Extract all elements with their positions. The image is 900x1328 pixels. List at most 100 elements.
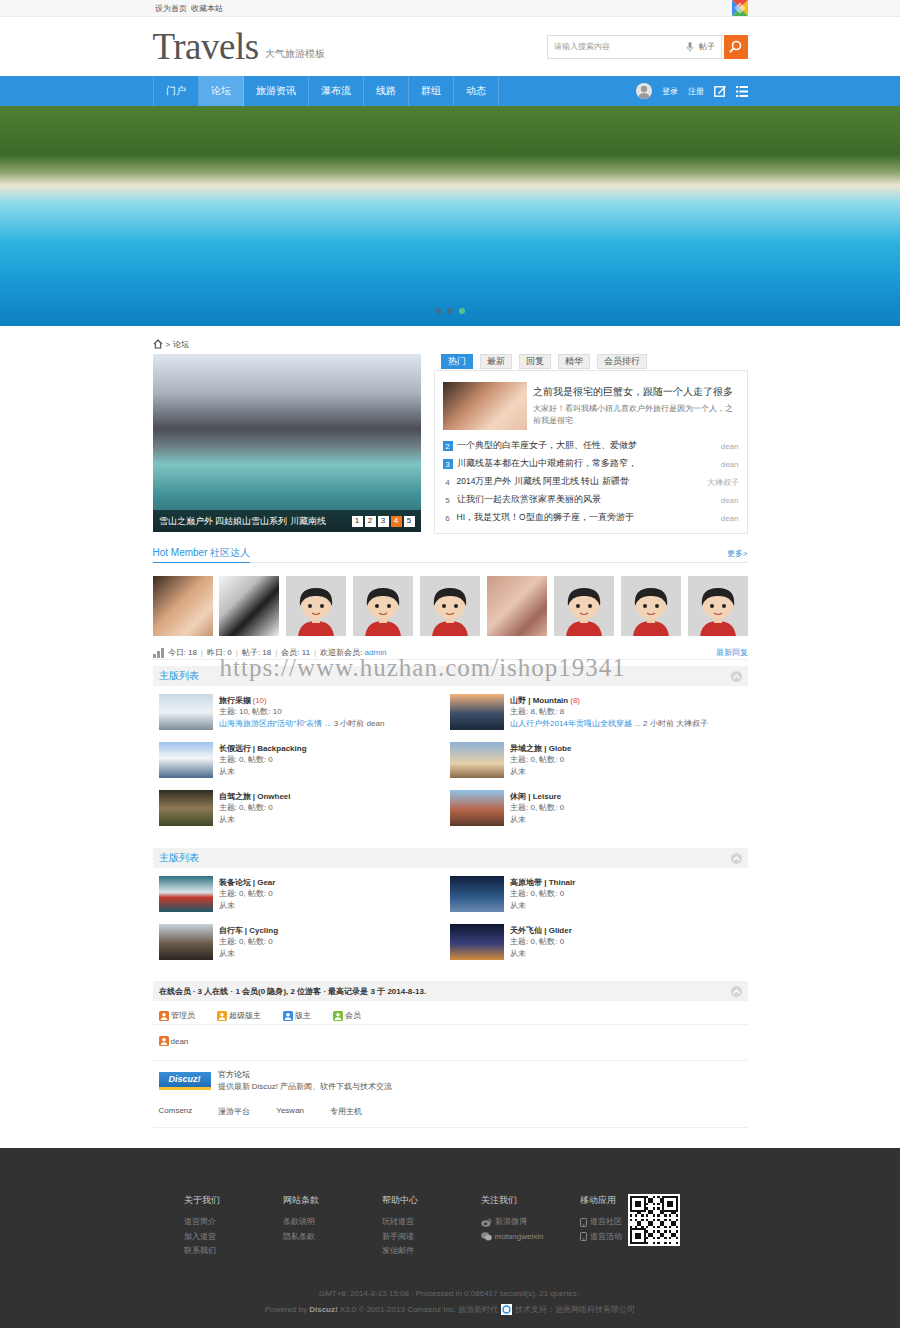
- featured-title[interactable]: 之前我是很宅的巨蟹女，跟随一个人走了很多: [533, 385, 739, 399]
- nav-item[interactable]: 瀑布流: [309, 76, 364, 106]
- member-avatar[interactable]: [554, 576, 614, 636]
- footer-support[interactable]: 技术支持：迪恩网络科技有限公司: [515, 1304, 635, 1315]
- slide-page[interactable]: 1: [352, 516, 363, 527]
- category-title[interactable]: 主版列表: [159, 669, 199, 683]
- feed-title[interactable]: HI，我是艾琪！O型血的狮子座，一直旁游于: [457, 512, 717, 524]
- nav-item[interactable]: 门户: [154, 76, 199, 106]
- last-post-link[interactable]: 山人行户外2014年贡嘎山全线穿越 ...: [510, 719, 641, 728]
- member-avatar[interactable]: [353, 576, 413, 636]
- footer-link[interactable]: 新浪微博: [481, 1215, 544, 1230]
- more-link[interactable]: 更多>: [727, 548, 748, 562]
- breadcrumb-current[interactable]: 论坛: [173, 339, 189, 350]
- forum-thumbnail[interactable]: [159, 742, 213, 778]
- feed-author[interactable]: dean: [721, 442, 739, 451]
- text-link[interactable]: Yeswan: [276, 1106, 304, 1117]
- forum-name[interactable]: 异域之旅 | Globe: [510, 744, 571, 753]
- feed-tab[interactable]: 最新: [480, 354, 512, 369]
- slide-page[interactable]: 5: [404, 516, 415, 527]
- forum-name[interactable]: 自行车 | Cycling: [219, 926, 279, 935]
- forum-thumbnail[interactable]: [159, 924, 213, 960]
- member-avatar[interactable]: [487, 576, 547, 636]
- footer-link[interactable]: 条款说明: [283, 1215, 319, 1230]
- forum-thumbnail[interactable]: [159, 790, 213, 826]
- footer-link[interactable]: 加入道营: [184, 1230, 220, 1245]
- last-post-author[interactable]: 大禅叔子: [676, 719, 708, 728]
- collapse-button[interactable]: [731, 986, 742, 997]
- member-avatar[interactable]: [688, 576, 748, 636]
- brand[interactable]: Travels大气旅游模板: [153, 28, 325, 65]
- collapse-button[interactable]: [731, 853, 742, 864]
- microphone-icon[interactable]: [686, 42, 694, 52]
- member-avatar[interactable]: [420, 576, 480, 636]
- footer-link[interactable]: 玩转道营: [382, 1215, 418, 1230]
- banner-dot[interactable]: [435, 308, 441, 314]
- footer-link[interactable]: 发信邮件: [382, 1244, 418, 1259]
- edit-icon[interactable]: [714, 85, 726, 97]
- banner-dot[interactable]: [447, 308, 453, 314]
- slideshow[interactable]: 雪山之巅户外 四姑娘山雪山系列 川藏南线12345: [153, 354, 421, 532]
- online-user[interactable]: dean: [159, 1036, 189, 1046]
- footer-link[interactable]: 道营社区: [580, 1215, 622, 1230]
- top-link[interactable]: 收藏本站: [191, 3, 223, 14]
- discuz-logo[interactable]: Discuz!: [159, 1072, 211, 1090]
- footer-link[interactable]: 道营活动: [580, 1230, 622, 1245]
- forum-thumbnail[interactable]: [450, 790, 504, 826]
- feed-tab[interactable]: 热门: [441, 354, 473, 369]
- app-icon[interactable]: [732, 0, 748, 16]
- forum-name[interactable]: 休闲 | Leisure: [510, 792, 561, 801]
- forum-thumbnail[interactable]: [450, 694, 504, 730]
- nav-item[interactable]: 群组: [409, 76, 454, 106]
- feed-title[interactable]: 2014万里户外 川藏线 阿里北线 转山 新疆骨: [457, 476, 703, 488]
- search-field[interactable]: 请输入搜索内容帖子: [547, 35, 722, 59]
- footer-link[interactable]: 新手阅读: [382, 1230, 418, 1245]
- forum-thumbnail[interactable]: [450, 876, 504, 912]
- category-title[interactable]: 主版列表: [159, 851, 199, 865]
- feed-author[interactable]: dean: [721, 460, 739, 469]
- last-post-link[interactable]: 山海海旅游区由“活动”和“表情 ...: [219, 719, 332, 728]
- feed-tab[interactable]: 会员排行: [597, 354, 647, 369]
- menu-list-icon[interactable]: [736, 86, 748, 97]
- slide-page[interactable]: 4: [391, 516, 402, 527]
- nav-item[interactable]: 论坛: [199, 76, 244, 106]
- user-link[interactable]: 注册: [688, 86, 704, 97]
- banner-dot[interactable]: [459, 308, 465, 314]
- forum-name[interactable]: 山野 | Mountain: [510, 696, 568, 705]
- slide-page[interactable]: 2: [365, 516, 376, 527]
- forum-name[interactable]: 旅行采撷: [219, 696, 251, 705]
- home-icon[interactable]: [153, 339, 163, 349]
- forum-thumbnail[interactable]: [450, 924, 504, 960]
- feed-tab[interactable]: 精华: [558, 354, 590, 369]
- forum-thumbnail[interactable]: [159, 694, 213, 730]
- featured-image[interactable]: [443, 382, 527, 430]
- feed-author[interactable]: 大禅叔子: [707, 477, 739, 488]
- last-post-author[interactable]: dean: [367, 719, 385, 728]
- user-link[interactable]: 登录: [662, 86, 678, 97]
- nav-item[interactable]: 旅游资讯: [244, 76, 309, 106]
- text-link[interactable]: Comsenz: [159, 1106, 193, 1117]
- link-title[interactable]: 官方论坛: [218, 1070, 250, 1079]
- featured-post[interactable]: 之前我是很宅的巨蟹女，跟随一个人走了很多大家好！看叫我橘小妞儿喜欢户外旅行是因为…: [443, 382, 739, 430]
- member-avatar[interactable]: [286, 576, 346, 636]
- user-avatar[interactable]: [636, 83, 652, 99]
- member-avatar[interactable]: [621, 576, 681, 636]
- feed-author[interactable]: dean: [721, 514, 739, 523]
- forum-name[interactable]: 长假远行 | Backpacking: [219, 744, 307, 753]
- footer-link[interactable]: mofangweixin: [481, 1230, 544, 1245]
- forum-name[interactable]: 天外飞仙 | Glider: [510, 926, 572, 935]
- footer-link[interactable]: 隐私条款: [283, 1230, 319, 1245]
- collapse-button[interactable]: [731, 671, 742, 682]
- search-button[interactable]: [724, 35, 748, 59]
- feed-author[interactable]: dean: [721, 496, 739, 505]
- logo[interactable]: Travels: [153, 28, 259, 65]
- member-avatar[interactable]: [219, 576, 279, 636]
- feed-title[interactable]: 川藏线基本都在大山中艰难前行，常多路窄，: [457, 458, 717, 470]
- forum-name[interactable]: 高原地带 | Thinair: [510, 878, 575, 887]
- forum-name[interactable]: 自驾之旅 | Onwheel: [219, 792, 291, 801]
- nav-item[interactable]: 线路: [364, 76, 409, 106]
- feed-title[interactable]: 让我们一起去欣赏张家界美丽的风景: [457, 494, 717, 506]
- slide-page[interactable]: 3: [378, 516, 389, 527]
- forum-name[interactable]: 装备论坛 | Gear: [219, 878, 276, 887]
- nav-item[interactable]: 动态: [454, 76, 499, 106]
- latest-replies-link[interactable]: 最新回复: [716, 647, 748, 658]
- member-avatar[interactable]: [153, 576, 213, 636]
